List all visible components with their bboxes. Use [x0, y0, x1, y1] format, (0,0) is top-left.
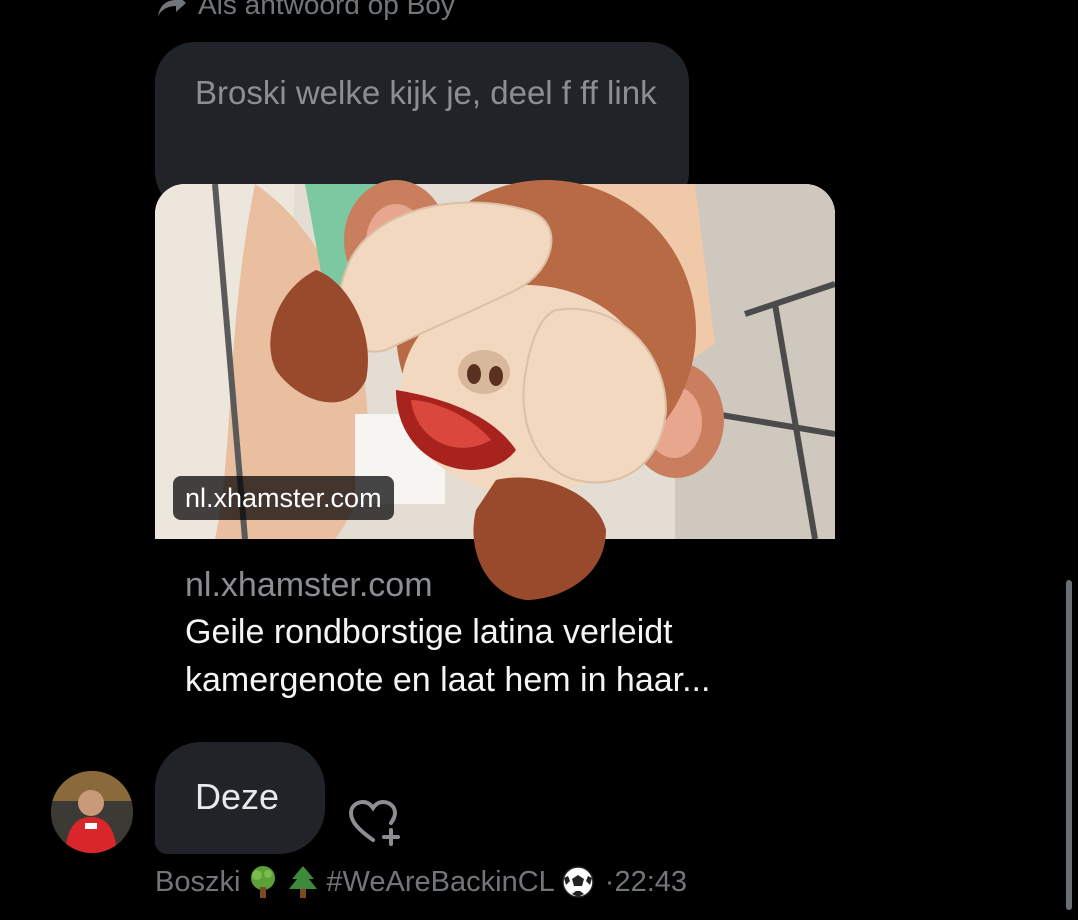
reply-arrow-icon — [158, 0, 186, 16]
dm-conversation: Als antwoord op Boy Broski welke kijk je… — [0, 0, 1078, 920]
soccer-ball-emoji-icon — [562, 866, 594, 898]
message-meta: Boszki #WeAreBackinCL ·22:43 — [155, 862, 687, 902]
see-no-evil-monkey-sticker — [270, 180, 724, 600]
link-card-title-line2: kamergenote en laat hem in haar... — [185, 661, 711, 699]
link-card-domain: nl.xhamster.com — [185, 566, 433, 604]
sender-name[interactable]: Boszki — [155, 862, 240, 902]
link-card-title-line1: Geile rondborstige latina verleidt — [185, 613, 673, 651]
link-card-footer[interactable]: nl.xhamster.com Geile rondborstige latin… — [185, 562, 885, 704]
evergreen-tree-emoji-icon — [289, 866, 318, 898]
tree-emoji-icon — [251, 866, 276, 898]
quoted-message-text: Broski welke kijk je, deel f ff link — [195, 74, 657, 111]
message-bubble[interactable]: Deze — [155, 742, 325, 854]
avatar[interactable] — [51, 771, 133, 853]
hashtag-link[interactable]: #WeAreBackinCL — [326, 862, 554, 902]
add-reaction-heart-icon[interactable] — [349, 800, 403, 846]
message-text: Deze — [195, 776, 280, 817]
scrollbar[interactable] — [1066, 580, 1072, 910]
message-timestamp: ·22:43 — [604, 866, 688, 898]
avatar-image — [51, 771, 133, 853]
reply-context-label: Als antwoord op Boy — [198, 0, 455, 20]
reply-context: Als antwoord op Boy — [156, 0, 455, 20]
